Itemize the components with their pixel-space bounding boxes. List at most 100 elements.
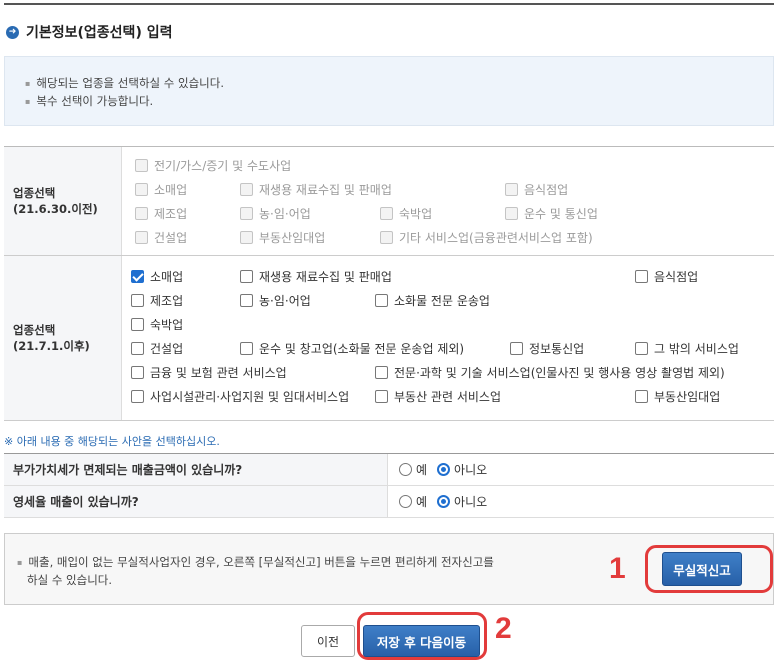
option-label: 정보통신업 <box>529 341 585 356</box>
industry-option[interactable]: 전문·과학 및 기술 서비스업(인물사진 및 행사용 영상 촬영법 제외) <box>375 363 725 381</box>
industry-option[interactable]: 재생용 재료수집 및 판매업 <box>240 267 392 285</box>
industry-option[interactable]: 소화물 전문 운송업 <box>375 291 490 309</box>
checkbox-disabled <box>135 230 148 244</box>
option-label: 전기/가스/증기 및 수도사업 <box>154 158 292 173</box>
checkbox-disabled <box>505 206 518 220</box>
info-line: 해당되는 업종을 선택하실 수 있습니다. <box>25 74 773 92</box>
checkbox[interactable] <box>635 269 648 283</box>
checkbox[interactable] <box>375 293 388 307</box>
option-label: 제조업 <box>154 206 188 221</box>
save-next-button[interactable]: 저장 후 다음이동 <box>363 625 480 657</box>
option-label: 숙박업 <box>399 206 433 221</box>
option-label: 부동산 관련 서비스업 <box>394 389 501 404</box>
label-line: 업종선택 <box>13 323 56 337</box>
option-label: 운수 및 창고업(소화물 전문 운송업 제외) <box>259 341 465 356</box>
checkbox[interactable] <box>131 389 144 403</box>
checkbox[interactable] <box>635 389 648 403</box>
old-option: 전기/가스/증기 및 수도사업 <box>135 156 291 174</box>
industry-option[interactable]: 음식점업 <box>635 267 698 285</box>
old-option: 소매업 <box>135 180 187 198</box>
checkbox[interactable] <box>240 269 253 283</box>
radio-no-label: 아니오 <box>454 495 488 509</box>
radio-yes[interactable] <box>399 463 412 476</box>
checkbox[interactable] <box>510 341 523 355</box>
option-label: 금융 및 보험 관련 서비스업 <box>150 365 287 380</box>
label-date: (21.6.30.이전) <box>13 202 98 216</box>
checkbox-disabled <box>505 182 518 196</box>
industry-option[interactable]: 운수 및 창고업(소화물 전문 운송업 제외) <box>240 339 464 357</box>
old-option: 숙박업 <box>380 204 432 222</box>
nil-report-info-text: 매출, 매입이 없는 무실적사업자인 경우, 오른쪽 [무실적신고] 버튼을 누… <box>27 554 507 589</box>
question-table: 부가가치세가 면제되는 매출금액이 있습니까? 예 아니오 영세율 매출이 있습… <box>4 453 774 518</box>
old-option: 부동산임대업 <box>240 228 325 246</box>
checkbox[interactable] <box>375 389 388 403</box>
checkbox-disabled <box>240 182 253 196</box>
top-rule <box>4 3 774 5</box>
question-label: 부가가치세가 면제되는 매출금액이 있습니까? <box>4 454 388 485</box>
radio-no[interactable] <box>437 495 451 508</box>
checkbox[interactable] <box>375 365 388 379</box>
answer-group: 예 아니오 <box>399 454 493 485</box>
checkbox-disabled <box>240 230 253 244</box>
checkbox-disabled <box>380 206 393 220</box>
checkbox[interactable] <box>635 341 648 355</box>
question-row: 영세율 매출이 있습니까? 예 아니오 <box>4 486 774 518</box>
industry-new-row: 업종선택 (21.7.1.이후) 소매업 재생용 재료수집 및 판매업 음식점업… <box>4 256 774 421</box>
industry-option[interactable]: 그 밖의 서비스업 <box>635 339 739 357</box>
industry-option[interactable]: 제조업 <box>131 291 183 309</box>
old-option: 운수 및 통신업 <box>505 204 598 222</box>
checkbox-disabled <box>240 206 253 220</box>
answer-group: 예 아니오 <box>399 486 493 517</box>
checkbox[interactable] <box>131 269 144 283</box>
checkbox[interactable] <box>131 365 144 379</box>
checkbox-disabled <box>135 206 148 220</box>
industry-option[interactable]: 건설업 <box>131 339 183 357</box>
option-label: 소매업 <box>154 182 188 197</box>
radio-yes[interactable] <box>399 495 412 508</box>
old-option: 건설업 <box>135 228 187 246</box>
option-label: 기타 서비스업(금융관련서비스업 포함) <box>399 230 593 245</box>
checkbox[interactable] <box>240 293 253 307</box>
industry-old-label: 업종선택 (21.6.30.이전) <box>4 147 122 255</box>
nil-report-button[interactable]: 무실적신고 <box>662 552 742 586</box>
option-label: 부동산임대업 <box>259 230 326 245</box>
annotation-marker-1: 1 <box>609 552 626 585</box>
industry-option[interactable]: 정보통신업 <box>510 339 584 357</box>
old-option: 농·임·어업 <box>240 204 311 222</box>
question-row: 부가가치세가 면제되는 매출금액이 있습니까? 예 아니오 <box>4 454 774 486</box>
radio-no[interactable] <box>437 463 451 476</box>
arrow-right-circle-icon: ➜ <box>6 25 19 39</box>
checkbox[interactable] <box>240 341 253 355</box>
option-label: 소화물 전문 운송업 <box>394 293 490 308</box>
industry-option[interactable]: 사업시설관리·사업지원 및 임대서비스업 <box>131 387 349 405</box>
prev-button[interactable]: 이전 <box>301 625 355 657</box>
label-line: 업종선택 <box>13 186 56 200</box>
industry-option[interactable]: 부동산임대업 <box>635 387 720 405</box>
option-label: 재생용 재료수집 및 판매업 <box>259 269 392 284</box>
industry-option[interactable]: 농·임·어업 <box>240 291 311 309</box>
option-label: 사업시설관리·사업지원 및 임대서비스업 <box>150 389 350 404</box>
old-option: 제조업 <box>135 204 187 222</box>
industry-option[interactable]: 숙박업 <box>131 315 183 333</box>
industry-option[interactable]: 금융 및 보험 관련 서비스업 <box>131 363 287 381</box>
old-option: 기타 서비스업(금융관련서비스업 포함) <box>380 228 593 246</box>
option-label: 건설업 <box>154 230 188 245</box>
notice-text: ※ 아래 내용 중 해당되는 사안을 선택하십시오. <box>4 435 220 448</box>
checkbox[interactable] <box>131 317 144 331</box>
option-label: 건설업 <box>150 341 184 356</box>
section-title-text: 기본정보(업종선택) 입력 <box>26 25 173 41</box>
option-label: 제조업 <box>150 293 184 308</box>
option-label: 재생용 재료수집 및 판매업 <box>259 182 392 197</box>
info-box: 해당되는 업종을 선택하실 수 있습니다. 복수 선택이 가능합니다. <box>4 56 774 126</box>
annotation-marker-2: 2 <box>495 612 512 645</box>
checkbox[interactable] <box>131 293 144 307</box>
option-label: 그 밖의 서비스업 <box>654 341 739 356</box>
industry-old-row: 업종선택 (21.6.30.이전) 전기/가스/증기 및 수도사업 소매업 재생… <box>4 147 774 256</box>
option-label: 농·임·어업 <box>259 206 311 221</box>
checkbox-disabled <box>135 182 148 196</box>
industry-option[interactable]: 부동산 관련 서비스업 <box>375 387 501 405</box>
industry-table: 업종선택 (21.6.30.이전) 전기/가스/증기 및 수도사업 소매업 재생… <box>4 146 774 421</box>
checkbox[interactable] <box>131 341 144 355</box>
industry-option[interactable]: 소매업 <box>131 267 183 285</box>
checkbox-disabled <box>135 158 148 172</box>
